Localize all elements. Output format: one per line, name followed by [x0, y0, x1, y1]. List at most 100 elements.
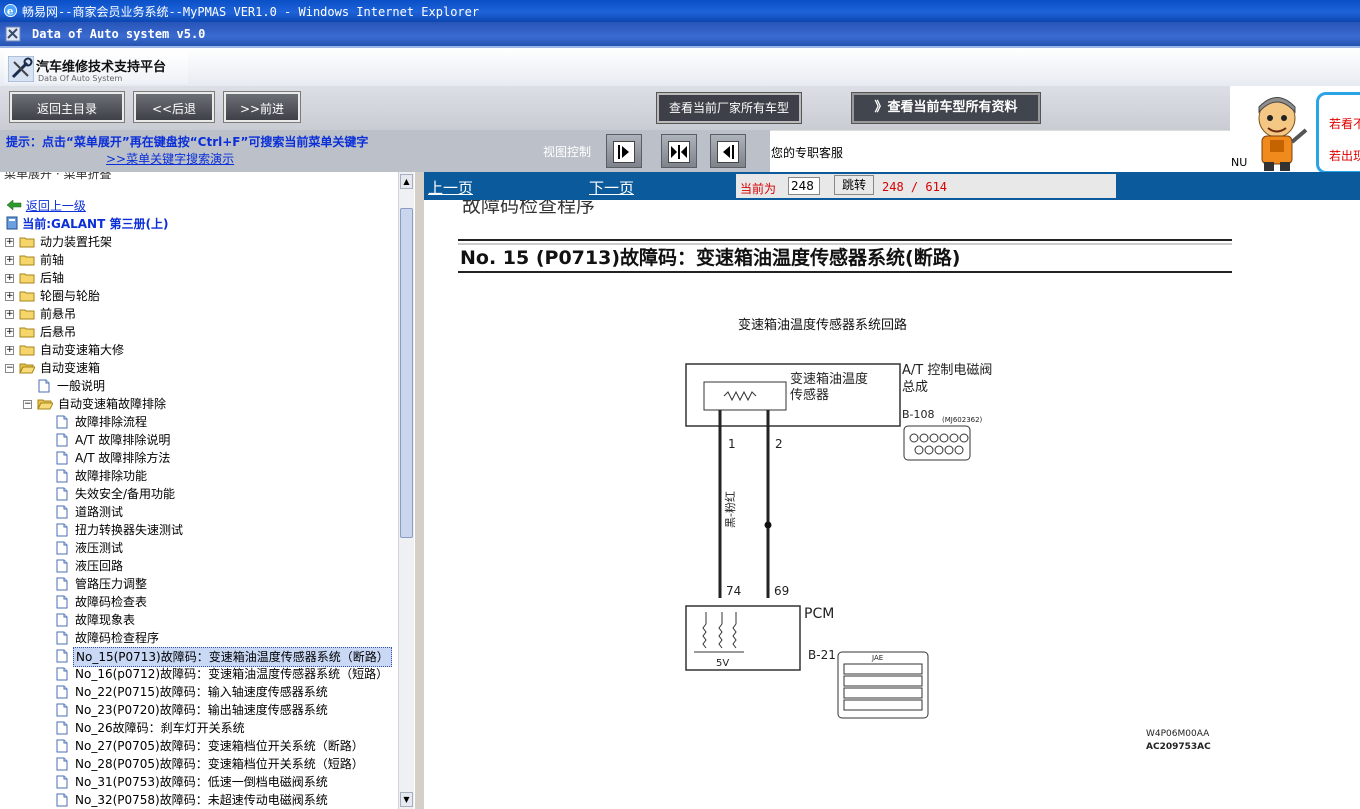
tree-doc-item[interactable]: No_15(P0713)故障码：变速箱油温度传感器系统（断路）	[73, 647, 392, 667]
menu-tree: 菜单展开 · 菜单折叠 返回上一级 当前:GALANT 第三册(上) + 动力装置…	[0, 172, 415, 809]
hint-bar: 提示：点击“菜单展开”再在键盘按“Ctrl+F”可搜索当前菜单关键字 >>菜单关…	[0, 130, 770, 172]
view-right-button[interactable]	[710, 134, 746, 168]
tree-doc-item[interactable]: No_31(P0753)故障码：低速一倒档电磁阀系统	[73, 773, 330, 791]
ie-logo-icon: e	[3, 3, 18, 17]
document-icon	[56, 775, 68, 789]
tree-doc-item[interactable]: A/T 故障排除方法	[73, 449, 172, 467]
service-bar: 您的专职客服	[770, 130, 1230, 173]
folder-icon	[19, 272, 35, 284]
tree-doc-item[interactable]: 故障码检查程序	[73, 629, 161, 647]
tree-doc-item[interactable]: 液压回路	[73, 557, 125, 575]
tree-doc-item[interactable]: 故障排除功能	[73, 467, 149, 485]
document-icon	[56, 433, 68, 447]
tree-doc-item[interactable]: 液压测试	[73, 539, 125, 557]
tree-folder-item[interactable]: 后轴	[38, 269, 66, 287]
tree-doc-item[interactable]: No_27(P0705)故障码：变速箱档位开关系统（断路）	[73, 737, 366, 755]
connector-b108: B-108	[902, 408, 935, 421]
split-arrows-icon	[671, 145, 687, 159]
tree-expander[interactable]: +	[5, 328, 14, 337]
tree-folder-item[interactable]: 动力装置托架	[38, 233, 114, 251]
tree-expander[interactable]: +	[5, 292, 14, 301]
tree-doc-item[interactable]: No_28(P0705)故障码：变速箱档位开关系统（短路）	[73, 755, 366, 773]
tree-expander[interactable]: +	[5, 238, 14, 247]
tree-expander[interactable]: +	[5, 256, 14, 265]
folder-icon	[19, 236, 35, 248]
tree-folder-item[interactable]: 自动变速箱大修	[38, 341, 126, 359]
document-icon	[56, 631, 68, 645]
tree-doc-item[interactable]: 故障排除流程	[73, 413, 149, 431]
page-input[interactable]: 248	[788, 177, 820, 195]
back-up-link[interactable]: 返回上一级	[6, 197, 86, 215]
view-split-button[interactable]	[661, 134, 697, 168]
side-ad-line1: 若看不	[1329, 117, 1360, 131]
tree-doc-item[interactable]: 道路测试	[73, 503, 125, 521]
view-left-button[interactable]	[606, 134, 642, 168]
tree-expander[interactable]: +	[5, 346, 14, 355]
sensor-label-1: 变速箱油温度	[790, 371, 868, 387]
manual-page: 故障码检查程序 No. 15 (P0713)故障码：变速箱油温度传感器系统(断路…	[458, 200, 1232, 752]
open-folder-icon	[37, 398, 54, 410]
tree-scrollbar[interactable]: ▲ ▼	[398, 172, 415, 809]
tree-folder-item[interactable]: 后悬吊	[38, 323, 78, 341]
pager-bar: 上一页 下一页 当前为 248 跳转 248 / 614	[424, 172, 1360, 200]
wire-color-label: 黑-粉红	[724, 491, 737, 528]
tree-doc-item[interactable]: No_22(P0715)故障码：输入轴速度传感器系统	[73, 683, 330, 701]
tree-folder-item[interactable]: 自动变速箱	[38, 359, 102, 377]
tree-doc-item[interactable]: 管路压力调整	[73, 575, 149, 593]
browser-title: 畅易网--商家会员业务系统--MyPMAS VER1.0 - Windows I…	[22, 5, 480, 19]
document-viewer: 故障码检查程序 No. 15 (P0713)故障码：变速箱油温度传感器系统(断路…	[424, 200, 1360, 809]
go-button[interactable]: 跳转	[834, 175, 874, 195]
search-demo-link[interactable]: >>菜单关键字搜索演示	[106, 150, 234, 167]
side-ad-box[interactable]: 若看不 若出现	[1316, 92, 1360, 174]
browser-title-bar: e 畅易网--商家会员业务系统--MyPMAS VER1.0 - Windows…	[0, 0, 1360, 22]
pin-1: 1	[728, 437, 736, 451]
tree-folder-item[interactable]: 前悬吊	[38, 305, 78, 323]
prev-page-link[interactable]: 上一页	[428, 177, 473, 198]
connector-b21: B-21	[808, 648, 836, 662]
valve-label-1: A/T 控制电磁阀	[902, 363, 992, 378]
scroll-thumb[interactable]	[400, 208, 413, 538]
document-icon	[56, 577, 68, 591]
tree-doc-item[interactable]: No_26故障码：刹车灯开关系统	[73, 719, 247, 737]
tree-doc-item[interactable]: 失效安全/备用功能	[73, 485, 177, 503]
all-data-button[interactable]: 》查看当前车型所有资料	[851, 92, 1041, 124]
document-icon	[56, 721, 68, 735]
tree-expander[interactable]: +	[5, 310, 14, 319]
scroll-down-button[interactable]: ▼	[400, 792, 413, 807]
pin-74: 74	[726, 584, 741, 598]
document-icon	[56, 469, 68, 483]
home-button[interactable]: 返回主目录	[9, 91, 125, 123]
tree-folder-item[interactable]: 轮圈与轮胎	[38, 287, 102, 305]
jae-label: JAE	[871, 654, 883, 662]
tree-doc-item[interactable]: No_16(p0712)故障码：变速箱油温度传感器系统（短路）	[73, 665, 390, 683]
scroll-up-button[interactable]: ▲	[400, 174, 413, 189]
tree-doc-item[interactable]: 一般说明	[55, 377, 107, 395]
menu-expand-collapse[interactable]: 菜单展开 · 菜单折叠	[4, 172, 111, 183]
tree-expander[interactable]: +	[5, 274, 14, 283]
tree-doc-item[interactable]: No_23(P0720)故障码：输出轴速度传感器系统	[73, 701, 330, 719]
wrench-screwdriver-icon	[8, 56, 34, 82]
document-icon	[56, 595, 68, 609]
tree-doc-item[interactable]: 故障现象表	[73, 611, 137, 629]
tree-folder-item[interactable]: 自动变速箱故障排除	[56, 395, 168, 413]
tree-expander[interactable]: −	[23, 400, 32, 409]
forward-button[interactable]: >>前进	[223, 91, 301, 123]
mascot-ad: NU 若看不 若出现	[1230, 86, 1360, 174]
next-page-link[interactable]: 下一页	[589, 177, 634, 198]
doc-title: No. 15 (P0713)故障码：变速箱油温度传感器系统(断路)	[460, 246, 960, 269]
tree-doc-item[interactable]: 扭力转换器失速测试	[73, 521, 185, 539]
folder-icon	[19, 344, 35, 356]
document-icon	[56, 613, 68, 627]
tree-doc-item[interactable]: No_32(P0758)故障码：未超速传动电磁阀系统	[73, 791, 330, 809]
all-models-button[interactable]: 查看当前厂家所有车型	[656, 92, 802, 124]
arrow-right-icon	[618, 145, 629, 159]
tree-expander[interactable]: −	[5, 364, 14, 373]
back-button[interactable]: <<后退	[133, 91, 215, 123]
pager-controls: 当前为 248 跳转 248 / 614	[736, 174, 1116, 198]
document-icon	[38, 379, 50, 393]
folder-icon	[19, 362, 36, 374]
pin-69: 69	[774, 584, 789, 598]
tree-folder-item[interactable]: 前轴	[38, 251, 66, 269]
tree-doc-item[interactable]: A/T 故障排除说明	[73, 431, 172, 449]
tree-doc-item[interactable]: 故障码检查表	[73, 593, 149, 611]
